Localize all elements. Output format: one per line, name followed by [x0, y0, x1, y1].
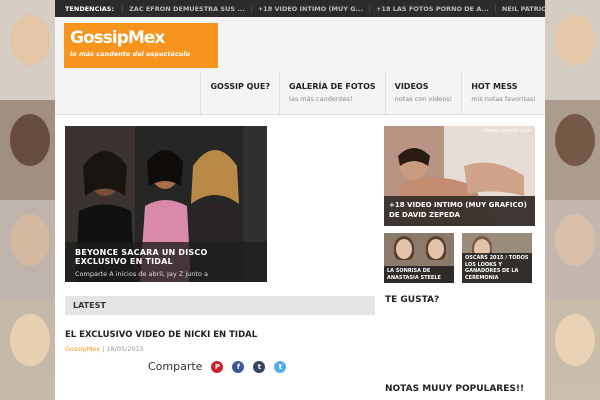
bg-tile	[0, 0, 60, 100]
twitter-icon[interactable]: t	[274, 360, 287, 373]
nav-item-hot-mess[interactable]: HOT MESS mis notas favoritas!	[461, 71, 545, 115]
nav-title: HOT MESS	[471, 82, 518, 91]
nav-item-gossip-que[interactable]: GOSSIP QUE?	[200, 71, 279, 115]
photo-watermark: mboxes.tumblr.com	[481, 128, 531, 134]
post-title-link[interactable]: EL EXCLUSIVO VIDEO DE NICKI EN TIDAL	[65, 330, 257, 340]
tumblr-icon[interactable]: t	[253, 360, 266, 373]
post-meta: GossipMex | 18/05/2015	[65, 345, 144, 353]
bg-tile	[545, 0, 600, 100]
bg-tile	[0, 200, 60, 300]
sidebar-thumb-2[interactable]: OSCARS 2015 / TODOS LOS LOOKS Y GANADORE…	[462, 233, 532, 283]
thumb-caption: OSCARS 2015 / TODOS LOS LOOKS Y GANADORE…	[462, 253, 532, 283]
nav-title: GOSSIP QUE?	[210, 82, 271, 91]
sidebar-featured-video[interactable]: mboxes.tumblr.com +18 VIDEO INTIMO (MUY …	[384, 126, 535, 226]
popular-notes-heading: NOTAS MUUY POPULARES!!	[385, 384, 525, 394]
featured-excerpt: Comparte A inicios de abril, Jay Z junto…	[75, 270, 208, 278]
site-logo[interactable]: GossipMex lo más candente del espectácul…	[64, 23, 218, 68]
share-row: Comparte P f t t	[148, 360, 287, 373]
trending-link[interactable]: ZAC EFRON DEMUESTRA SUS ...	[122, 4, 251, 13]
bg-tile	[545, 300, 600, 400]
featured-title[interactable]: BEYONCE SACARA UN DISCO EXCLUSIVO EN TID…	[75, 248, 257, 266]
page-container: GossipMex lo más candente del espectácul…	[55, 17, 545, 400]
sidebar-featured-caption: +18 VIDEO INTIMO (MUY GRAFICO) DE DAVID …	[384, 196, 535, 226]
trending-label: TENDENCIAS:	[65, 4, 115, 13]
nav-subtitle: mis notas favoritas!	[471, 95, 536, 103]
nav-title: VIDEOS	[394, 82, 429, 91]
trending-link[interactable]: NEIL PATRICK HARRIS DESN...	[494, 4, 545, 13]
bg-tile	[0, 100, 60, 200]
te-gusta-heading: TE GUSTA?	[385, 295, 440, 305]
thumb-caption: LA SONRISA DE ANASTASIA STEELE	[384, 266, 454, 283]
trending-link[interactable]: +18 LAS FOTOS PORNO DE A...	[368, 4, 495, 13]
bg-tile	[0, 300, 60, 400]
post-author[interactable]: GossipMex	[65, 345, 100, 353]
latest-section-header: LATEST	[65, 296, 375, 315]
featured-caption: BEYONCE SACARA UN DISCO EXCLUSIVO EN TID…	[65, 242, 267, 282]
nav-item-videos[interactable]: VIDEOS notas con videos!	[384, 71, 462, 115]
site-header: GossipMex lo más candente del espectácul…	[55, 17, 545, 115]
sidebar-thumb-1[interactable]: LA SONRISA DE ANASTASIA STEELE	[384, 233, 454, 283]
logo-tagline: lo más candente del espectáculo	[70, 50, 190, 58]
nav-item-galeria[interactable]: GALERÍA DE FOTOS las más candentes!	[279, 71, 385, 115]
trending-link[interactable]: +18 VIDEO INTIMO (MUY G...	[250, 4, 369, 13]
logo-title: GossipMex	[70, 28, 165, 48]
main-nav: GOSSIP QUE? GALERÍA DE FOTOS las más can…	[200, 71, 545, 115]
share-label: Comparte	[148, 360, 203, 373]
nav-title: GALERÍA DE FOTOS	[289, 82, 376, 91]
facebook-icon[interactable]: f	[232, 360, 245, 373]
pinterest-icon[interactable]: P	[211, 360, 224, 373]
nav-subtitle: las más candentes!	[289, 95, 353, 103]
featured-article[interactable]: BEYONCE SACARA UN DISCO EXCLUSIVO EN TID…	[65, 126, 267, 282]
bg-tile	[545, 200, 600, 300]
bg-tile	[545, 100, 600, 200]
post-date: 18/05/2015	[106, 345, 144, 353]
trending-bar: TENDENCIAS: ZAC EFRON DEMUESTRA SUS ... …	[55, 0, 545, 17]
nav-subtitle: notas con videos!	[394, 95, 453, 103]
